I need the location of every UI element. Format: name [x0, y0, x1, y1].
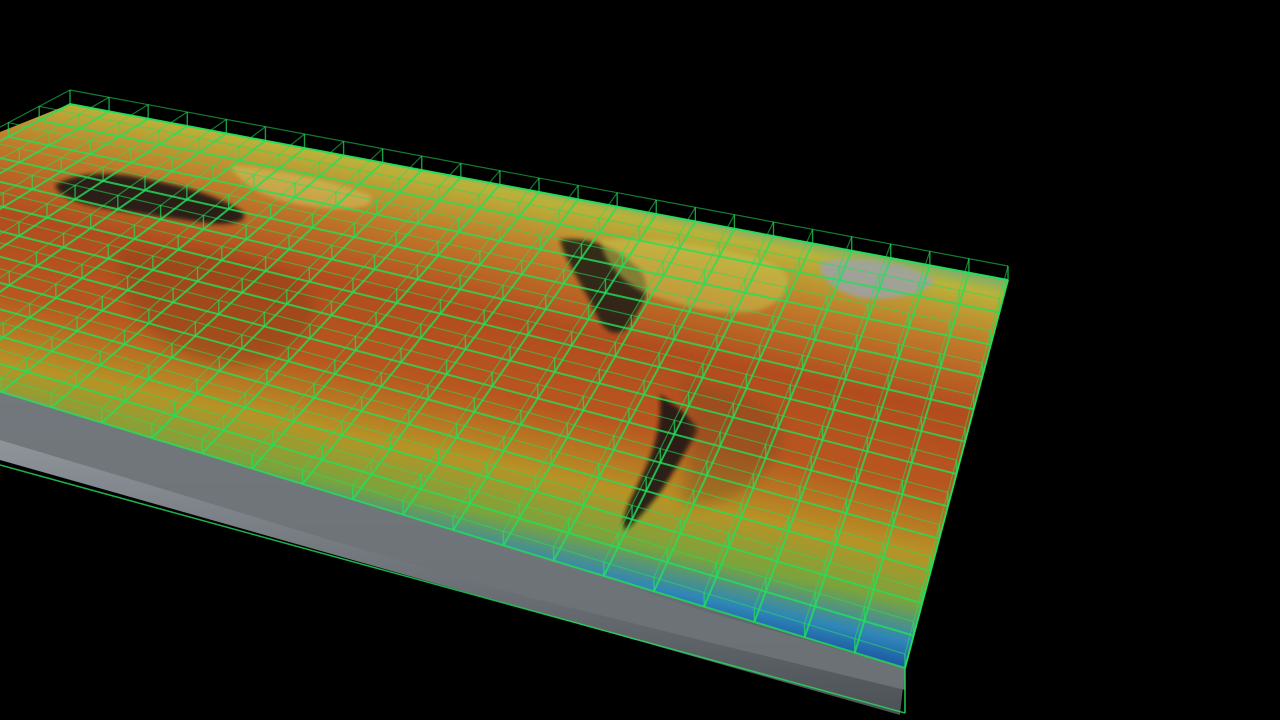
temperature-volume-render [0, 89, 1009, 715]
3d-viewport[interactable] [0, 0, 1280, 720]
